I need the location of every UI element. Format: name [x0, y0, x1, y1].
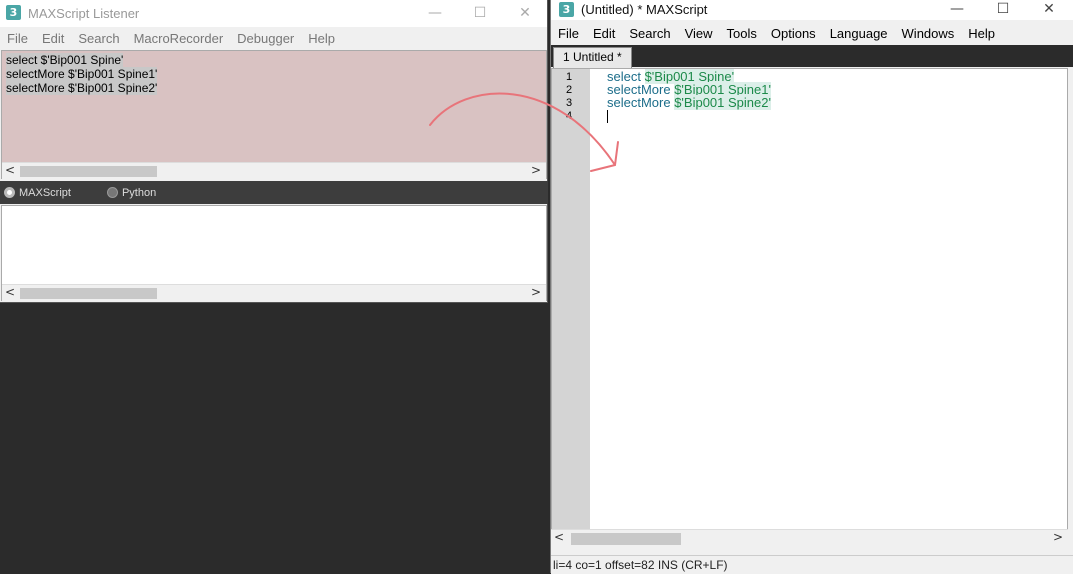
menu-debugger[interactable]: Debugger: [230, 31, 301, 46]
tab-untitled[interactable]: 1 Untitled *: [553, 47, 632, 68]
macro-line[interactable]: select $'Bip001 Spine': [6, 53, 124, 67]
menu-help[interactable]: Help: [301, 31, 342, 46]
radio-dot-icon: [106, 187, 118, 198]
close-icon[interactable]: ✕: [502, 0, 548, 27]
menu-search[interactable]: Search: [622, 26, 677, 41]
app-3dsmax-icon: 3: [559, 2, 574, 17]
listener-input-pane[interactable]: < >: [1, 205, 547, 301]
macro-lines: select $'Bip001 Spine' selectMore $'Bip0…: [6, 53, 158, 95]
scroll-thumb[interactable]: [571, 533, 681, 545]
language-mode-bar: MAXScript Python: [0, 181, 548, 204]
radio-maxscript[interactable]: MAXScript: [4, 187, 71, 199]
menu-help[interactable]: Help: [961, 26, 1002, 41]
menu-edit[interactable]: Edit: [35, 31, 71, 46]
editor-menubar: File Edit Search View Tools Options Lang…: [551, 22, 1073, 44]
scroll-right-icon[interactable]: >: [528, 285, 544, 301]
menu-options[interactable]: Options: [764, 26, 823, 41]
menu-file[interactable]: File: [551, 26, 586, 41]
scroll-right-icon[interactable]: >: [1050, 530, 1066, 546]
menu-macrorecorder[interactable]: MacroRecorder: [127, 31, 231, 46]
listener-menubar: File Edit Search MacroRecorder Debugger …: [0, 27, 547, 49]
editor-title: (Untitled) * MAXScript: [581, 2, 708, 17]
code-line[interactable]: selectMore $'Bip001 Spine2': [607, 95, 771, 110]
minimize-icon[interactable]: —: [412, 0, 458, 27]
macro-line[interactable]: selectMore $'Bip001 Spine2': [6, 81, 158, 95]
menu-edit[interactable]: Edit: [586, 26, 622, 41]
listener-titlebar[interactable]: 3 MAXScript Listener — ☐ ✕: [0, 0, 547, 27]
radio-python-label: Python: [121, 186, 157, 199]
macro-line[interactable]: selectMore $'Bip001 Spine1': [6, 67, 158, 81]
editor-window: 3 (Untitled) * MAXScript — ☐ ✕ File Edit…: [550, 0, 1073, 574]
scroll-left-icon[interactable]: <: [2, 163, 18, 179]
menu-view[interactable]: View: [678, 26, 720, 41]
minimize-icon[interactable]: —: [934, 0, 980, 20]
maximize-icon[interactable]: ☐: [457, 0, 503, 27]
close-icon[interactable]: ✕: [1026, 0, 1072, 20]
editor-titlebar[interactable]: 3 (Untitled) * MAXScript — ☐ ✕: [551, 0, 1073, 20]
scroll-thumb[interactable]: [20, 166, 157, 177]
menu-language[interactable]: Language: [823, 26, 895, 41]
maximize-icon[interactable]: ☐: [980, 0, 1026, 20]
menu-file[interactable]: File: [0, 31, 35, 46]
menu-windows[interactable]: Windows: [895, 26, 962, 41]
editor-hscrollbar[interactable]: < >: [551, 529, 1068, 547]
editor-tabstrip: 1 Untitled *: [551, 45, 1073, 68]
code-editor[interactable]: 1 2 3 4 select $'Bip001 Spine' selectMor…: [551, 68, 1068, 531]
scroll-left-icon[interactable]: <: [2, 285, 18, 301]
input-hscrollbar[interactable]: < >: [2, 284, 546, 301]
listener-title: MAXScript Listener: [28, 6, 140, 21]
menu-search[interactable]: Search: [71, 31, 126, 46]
annotation-arrow-icon: [429, 92, 619, 172]
radio-maxscript-label: MAXScript: [19, 186, 71, 199]
app-3dsmax-icon: 3: [6, 5, 21, 20]
code-argument: $'Bip001 Spine2': [674, 95, 771, 110]
radio-python[interactable]: Python: [106, 186, 157, 199]
menu-tools[interactable]: Tools: [720, 26, 764, 41]
status-bar: li=4 co=1 offset=82 INS (CR+LF): [551, 555, 1073, 574]
radio-dot-icon: [4, 187, 15, 198]
scroll-thumb[interactable]: [20, 288, 157, 299]
scroll-left-icon[interactable]: <: [551, 530, 567, 546]
